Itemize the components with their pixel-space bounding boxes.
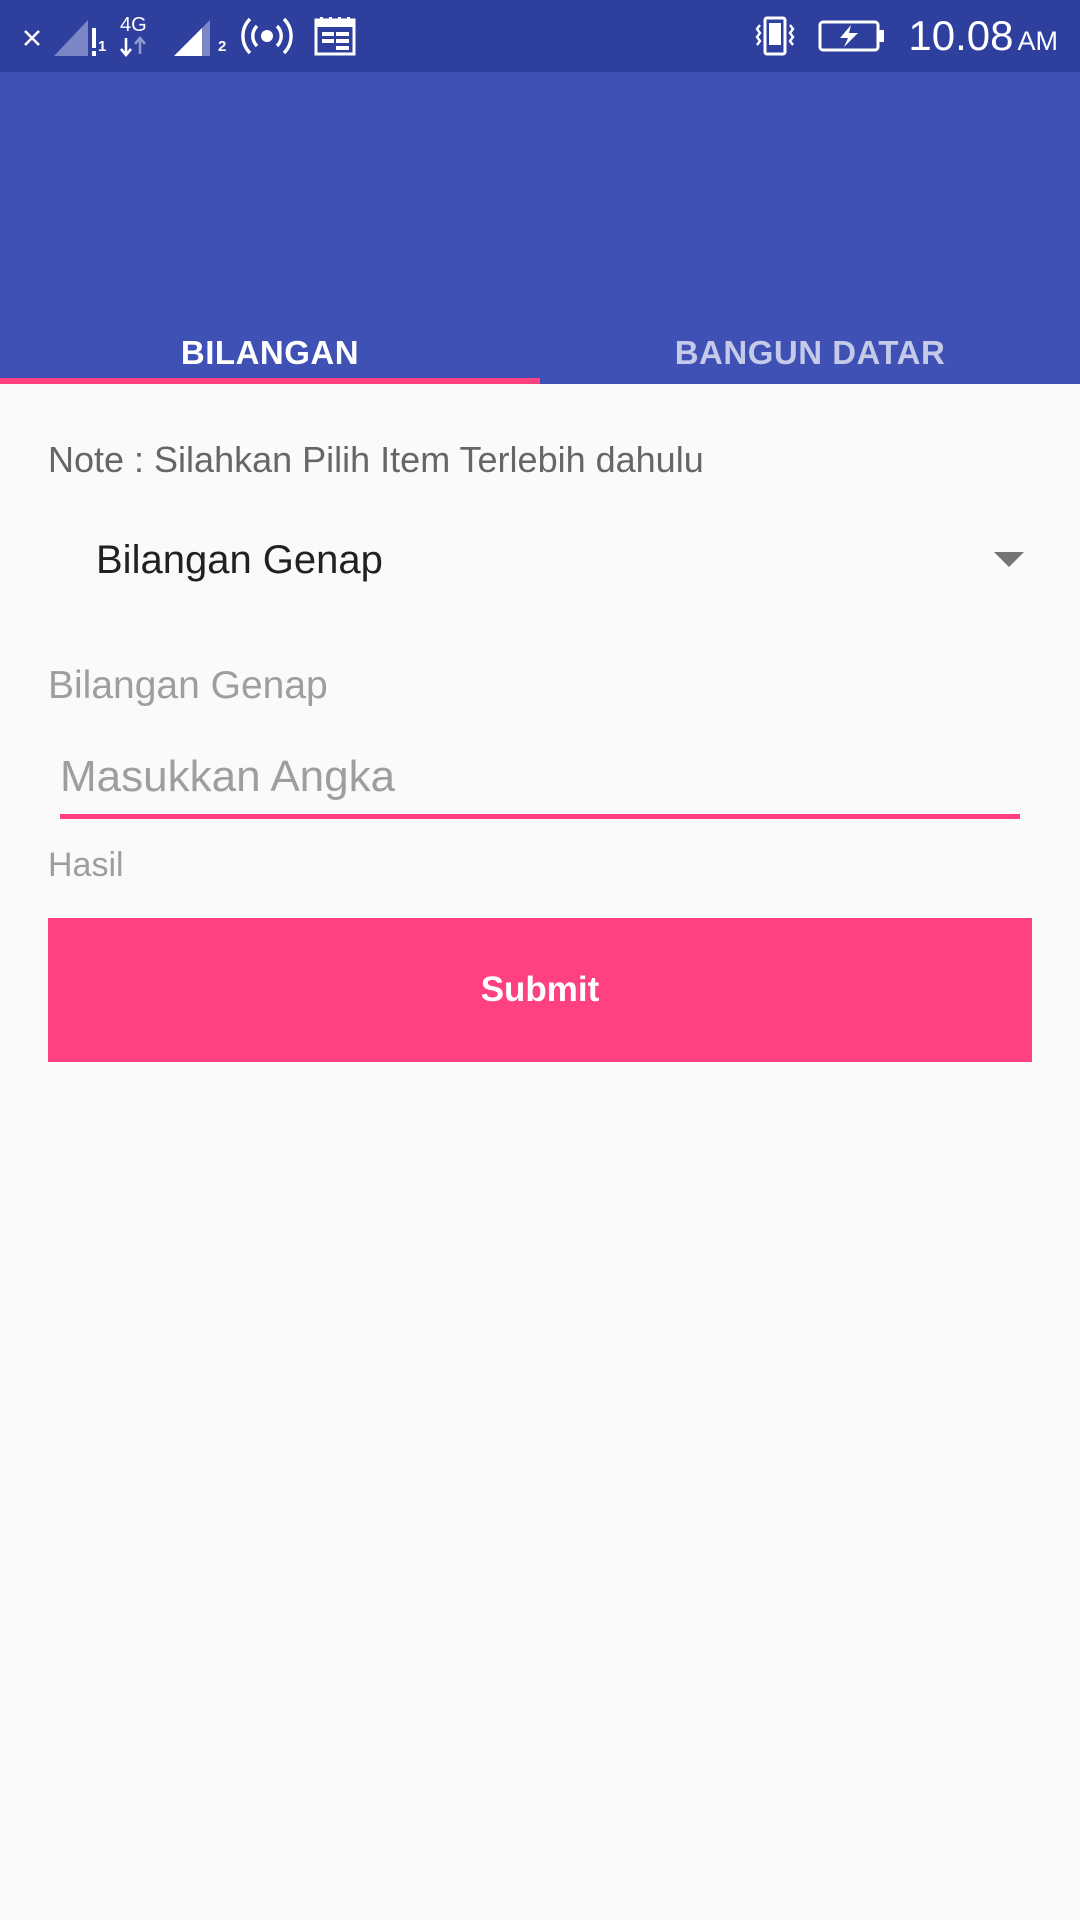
clock-ampm: AM xyxy=(1017,26,1059,56)
item-spinner[interactable]: Bilangan Genap xyxy=(48,524,1032,604)
sim1-marker: 1 xyxy=(98,38,107,55)
signal-sim1-icon: 1 xyxy=(52,14,107,58)
vibrate-icon xyxy=(754,15,796,57)
field-label: Bilangan Genap xyxy=(48,664,328,707)
submit-button[interactable]: Submit xyxy=(48,918,1032,1062)
app-bar: BILANGAN BANGUN DATAR xyxy=(0,72,1080,384)
clock-time: 10.08 xyxy=(908,12,1014,59)
status-time: 10.08 AM xyxy=(908,12,1058,60)
number-input[interactable] xyxy=(60,742,1020,812)
hotspot-icon xyxy=(240,16,294,56)
network-4g-icon: 4G xyxy=(118,14,152,58)
close-icon xyxy=(22,25,44,47)
note-text: Note : Silahkan Pilih Item Terlebih dahu… xyxy=(48,439,704,480)
status-bar-right: 10.08 AM xyxy=(754,10,1058,62)
signal-sim2-icon: 2 xyxy=(172,14,232,58)
tab-indicator xyxy=(0,378,540,384)
tab-bangun-datar[interactable]: BANGUN DATAR xyxy=(540,312,1080,384)
tab-bilangan-label: BILANGAN xyxy=(180,334,360,371)
tab-bar: BILANGAN BANGUN DATAR xyxy=(0,312,1080,384)
calendar-icon xyxy=(314,16,356,56)
tab-bilangan[interactable]: BILANGAN xyxy=(0,312,540,384)
tab-bangun-datar-label: BANGUN DATAR xyxy=(674,334,946,371)
number-input-wrap xyxy=(60,742,1020,822)
spinner-selected-value: Bilangan Genap xyxy=(96,538,383,582)
status-bar: 1 4G 2 10.08 AM xyxy=(0,0,1080,72)
status-bar-left: 1 4G 2 xyxy=(22,14,356,58)
sim2-marker: 2 xyxy=(218,38,227,55)
result-label: Hasil xyxy=(48,846,124,884)
battery-charging-icon xyxy=(818,19,886,53)
dropdown-arrow-icon xyxy=(994,552,1024,573)
input-underline xyxy=(60,814,1020,819)
